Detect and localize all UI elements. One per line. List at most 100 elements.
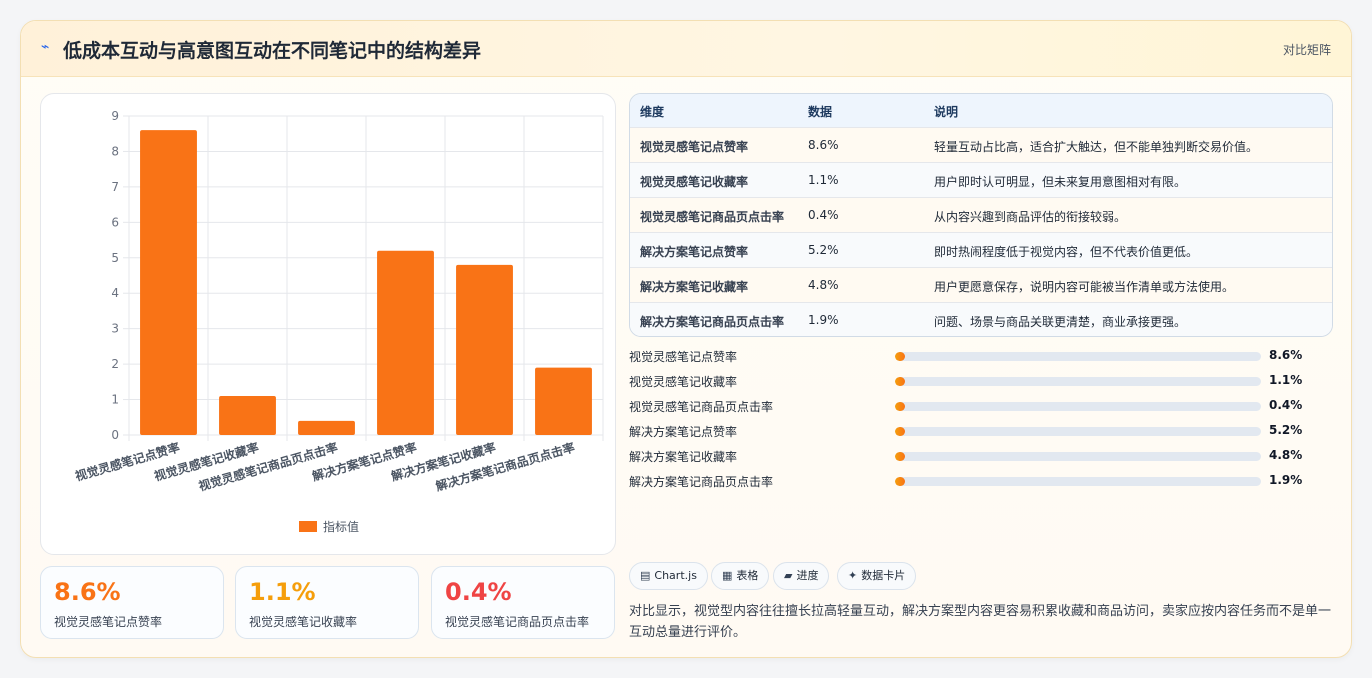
y-tick-label: 9 bbox=[111, 109, 119, 123]
progress-value: 8.6% bbox=[1269, 348, 1303, 362]
progress-row: 解决方案笔记商品页点击率 1.9% bbox=[629, 471, 1333, 491]
progress-value: 0.4% bbox=[1269, 398, 1303, 412]
bar-chart: 0 1 2 3 4 5 6 7 8 9 视觉灵感笔记点赞率 视觉灵感笔记收藏率 视觉灵感笔记商品页点击率… bbox=[40, 93, 616, 555]
y-tick-label: 3 bbox=[111, 322, 119, 336]
progress-label: 视觉灵感笔记点赞率 bbox=[629, 350, 738, 364]
y-tick-label: 0 bbox=[111, 428, 119, 442]
table-cell: 0.4% bbox=[808, 208, 839, 222]
stat-value: 1.1% bbox=[249, 578, 316, 606]
table-cell: 解决方案笔记点赞率 bbox=[640, 245, 749, 259]
comparison-card: ⌁ 低成本互动与高意图互动在不同笔记中的结构差异 对比矩阵 0 1 2 3 4 5 6 7 8 9… bbox=[20, 20, 1352, 658]
y-tick-label: 6 bbox=[111, 215, 119, 229]
chip-table[interactable]: ▦ 表格 bbox=[711, 562, 770, 590]
table-cell: 从内容兴趣到商品评估的衔接较弱。 bbox=[934, 210, 1127, 224]
progress-label: 解决方案笔记点赞率 bbox=[629, 425, 738, 439]
bar bbox=[535, 367, 592, 435]
chart-icon: ▤ bbox=[640, 569, 651, 582]
progress-track bbox=[895, 377, 1261, 386]
chip-label: Chart.js bbox=[654, 569, 697, 582]
table-cell: 即时热闹程度低于视觉内容，但不代表价值更低。 bbox=[934, 245, 1199, 259]
table-cell: 用户更愿意保存，说明内容可能被当作清单或方法使用。 bbox=[934, 280, 1235, 294]
stat-card: 8.6% 视觉灵感笔记点赞率 bbox=[40, 566, 224, 639]
progress-row: 解决方案笔记点赞率 5.2% bbox=[629, 421, 1333, 441]
progress-track bbox=[895, 352, 1261, 361]
stat-card: 1.1% 视觉灵感笔记收藏率 bbox=[235, 566, 419, 639]
progress-row: 解决方案笔记收藏率 4.8% bbox=[629, 446, 1333, 466]
progress-icon: ▰ bbox=[784, 569, 793, 582]
stat-label: 视觉灵感笔记收藏率 bbox=[249, 615, 358, 629]
stat-value: 8.6% bbox=[54, 578, 121, 606]
progress-fill bbox=[895, 427, 905, 436]
trend-icon: ⌁ bbox=[41, 39, 50, 55]
table-cell: 问题、场景与商品关联更清楚，商业承接更强。 bbox=[934, 315, 1187, 329]
data-table: 维度 数据 说明 视觉灵感笔记点赞率 8.6% 轻量互动占比高，适合扩大触达，但… bbox=[629, 93, 1333, 337]
progress-fill bbox=[895, 352, 905, 361]
table-row: 解决方案笔记点赞率 5.2% 即时热闹程度低于视觉内容，但不代表价值更低。 bbox=[630, 232, 1332, 267]
table-cell: 5.2% bbox=[808, 243, 839, 257]
progress-label: 解决方案笔记收藏率 bbox=[629, 450, 738, 464]
progress-row: 视觉灵感笔记收藏率 1.1% bbox=[629, 371, 1333, 391]
chip-label: 进度 bbox=[796, 569, 819, 582]
legend-swatch bbox=[299, 521, 317, 532]
progress-value: 1.9% bbox=[1269, 473, 1303, 487]
table-row: 解决方案笔记商品页点击率 1.9% 问题、场景与商品关联更清楚，商业承接更强。 bbox=[630, 302, 1332, 336]
table-header-cell: 维度 bbox=[640, 105, 665, 119]
table-cell: 轻量互动占比高，适合扩大触达，但不能单独判断交易价值。 bbox=[934, 140, 1259, 154]
progress-fill bbox=[895, 377, 905, 386]
progress-row: 视觉灵感笔记商品页点击率 0.4% bbox=[629, 396, 1333, 416]
chip-label: 数据卡片 bbox=[861, 569, 906, 582]
y-tick-label: 1 bbox=[111, 393, 119, 407]
progress-fill bbox=[895, 452, 905, 461]
progress-fill bbox=[895, 477, 905, 486]
progress-value: 1.1% bbox=[1269, 373, 1303, 387]
progress-value: 4.8% bbox=[1269, 448, 1303, 462]
table-cell: 1.9% bbox=[808, 313, 839, 327]
progress-value: 5.2% bbox=[1269, 423, 1303, 437]
table-cell: 视觉灵感笔记商品页点击率 bbox=[640, 210, 785, 224]
stat-label: 视觉灵感笔记商品页点击率 bbox=[445, 615, 590, 629]
stat-value: 0.4% bbox=[445, 578, 512, 606]
chip-progress[interactable]: ▰ 进度 bbox=[773, 562, 830, 590]
chip-data-card[interactable]: ✦ 数据卡片 bbox=[837, 562, 917, 590]
sparkle-icon: ✦ bbox=[848, 569, 858, 582]
x-tick-label: 视觉灵感笔记商品页点击率 bbox=[197, 439, 340, 493]
card-title: 低成本互动与高意图互动在不同笔记中的结构差异 bbox=[63, 40, 482, 62]
progress-row: 视觉灵感笔记点赞率 8.6% bbox=[629, 346, 1333, 366]
progress-fill bbox=[895, 402, 905, 411]
x-tick-label: 解决方案笔记商品页点击率 bbox=[434, 439, 577, 493]
table-header-row: 维度 数据 说明 bbox=[630, 94, 1332, 127]
table-cell: 解决方案笔记收藏率 bbox=[640, 280, 749, 294]
table-cell: 视觉灵感笔记收藏率 bbox=[640, 175, 749, 189]
legend-label: 指标值 bbox=[323, 519, 359, 534]
y-tick-label: 8 bbox=[111, 144, 119, 158]
bar-chart-svg: 0123456789视觉灵感笔记点赞率视觉灵感笔记收藏率视觉灵感笔记商品页点击率… bbox=[73, 109, 604, 534]
y-tick-label: 2 bbox=[111, 357, 119, 371]
table-icon: ▦ bbox=[722, 569, 733, 582]
bar bbox=[298, 420, 355, 435]
card-header: ⌁ 低成本互动与高意图互动在不同笔记中的结构差异 对比矩阵 bbox=[21, 21, 1351, 77]
table-header-cell: 说明 bbox=[934, 105, 959, 119]
table-row: 视觉灵感笔记收藏率 1.1% 用户即时认可明显，但未来复用意图相对有限。 bbox=[630, 162, 1332, 197]
progress-label: 视觉灵感笔记收藏率 bbox=[629, 375, 738, 389]
progress-track bbox=[895, 402, 1261, 411]
stat-card: 0.4% 视觉灵感笔记商品页点击率 bbox=[431, 566, 615, 639]
table-cell: 解决方案笔记商品页点击率 bbox=[640, 315, 785, 329]
chip-label: 表格 bbox=[736, 569, 759, 582]
progress-track bbox=[895, 427, 1261, 436]
table-row: 解决方案笔记收藏率 4.8% 用户更愿意保存，说明内容可能被当作清单或方法使用。 bbox=[630, 267, 1332, 302]
stat-label: 视觉灵感笔记点赞率 bbox=[54, 615, 163, 629]
y-tick-label: 7 bbox=[111, 180, 119, 194]
y-tick-label: 5 bbox=[111, 251, 119, 265]
progress-label: 视觉灵感笔记商品页点击率 bbox=[629, 400, 774, 414]
table-cell: 1.1% bbox=[808, 173, 839, 187]
table-row: 视觉灵感笔记商品页点击率 0.4% 从内容兴趣到商品评估的衔接较弱。 bbox=[630, 197, 1332, 232]
header-tag: 对比矩阵 bbox=[1282, 43, 1331, 57]
bar bbox=[377, 250, 434, 435]
bar bbox=[140, 130, 197, 435]
bar bbox=[219, 396, 276, 435]
chip-chartjs[interactable]: ▤ Chart.js bbox=[629, 562, 708, 590]
progress-label: 解决方案笔记商品页点击率 bbox=[629, 475, 774, 489]
table-cell: 8.6% bbox=[808, 138, 839, 152]
bar bbox=[456, 264, 513, 435]
y-tick-label: 4 bbox=[111, 286, 119, 300]
